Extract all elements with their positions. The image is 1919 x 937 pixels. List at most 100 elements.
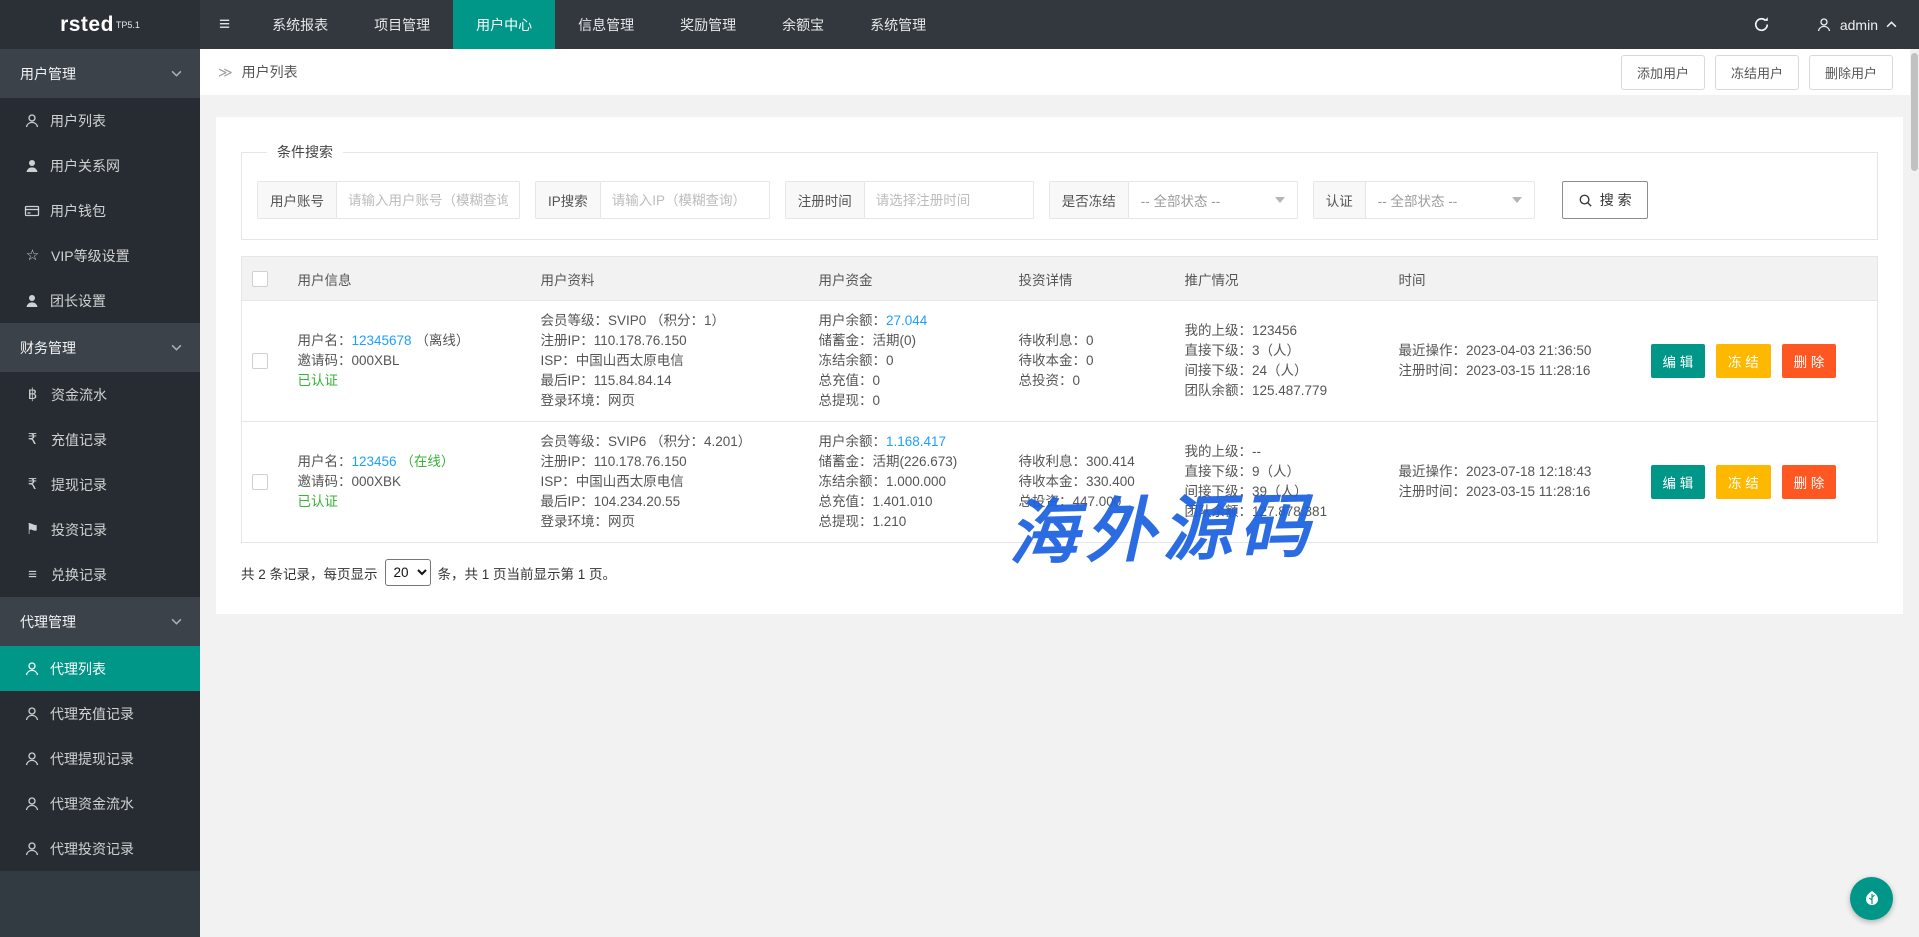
register-time-label: 注册时间	[786, 182, 865, 218]
float-theme-button[interactable]	[1850, 877, 1893, 920]
add-user-button[interactable]: 添加用户	[1621, 55, 1705, 90]
table-header-row: 用户信息 用户资料 用户资金 投资详情 推广情况 时间	[242, 257, 1878, 301]
delete-user-button[interactable]: 删除用户	[1809, 55, 1893, 90]
sidebar-item-agent-invest[interactable]: 代理投资记录	[0, 826, 200, 871]
top-nav: 系统报表 项目管理 用户中心 信息管理 奖励管理 余额宝 系统管理	[249, 0, 949, 49]
page-title: 用户列表	[242, 62, 298, 82]
chevron-up-icon	[1886, 21, 1897, 28]
sidebar-item-leader-settings[interactable]: 团长设置	[0, 278, 200, 323]
baht-icon: ฿	[24, 387, 41, 402]
sidebar-item-user-wallet[interactable]: 用户钱包	[0, 188, 200, 233]
page-size-select[interactable]: 20	[385, 559, 431, 586]
auth-status-label: 认证	[1314, 182, 1366, 218]
online-status: （在线）	[400, 454, 454, 469]
search-button[interactable]: 搜 索	[1562, 181, 1648, 219]
top-nav-system[interactable]: 系统管理	[847, 0, 949, 49]
row-checkbox[interactable]	[252, 353, 268, 369]
hamburger-icon[interactable]: ≡	[200, 0, 249, 49]
chevron-down-icon	[171, 344, 182, 351]
sidebar-item-fund-flow[interactable]: ฿ 资金流水	[0, 372, 200, 417]
cell-user-info: 用户名：123456 （在线） 邀请码：000XBK 已认证	[288, 422, 531, 543]
ip-input[interactable]	[601, 182, 769, 218]
account-field-group: 用户账号	[257, 181, 520, 219]
users-icon	[24, 158, 40, 174]
delete-button[interactable]: 删 除	[1782, 465, 1837, 499]
sidebar-item-exchange-records[interactable]: ≡ 兑换记录	[0, 552, 200, 597]
sidebar-item-invest-records[interactable]: ⚑ 投资记录	[0, 507, 200, 552]
admin-menu[interactable]: admin	[1794, 0, 1919, 49]
cell-user-profile: 会员等级：SVIP6 （积分：4.201） 注册IP：110.178.76.15…	[531, 422, 809, 543]
freeze-status-select[interactable]: -- 全部状态 --	[1129, 182, 1297, 218]
top-nav-user-center[interactable]: 用户中心	[453, 0, 555, 49]
chevron-down-icon	[171, 618, 182, 625]
row-checkbox[interactable]	[252, 474, 268, 490]
sidebar-item-agent-withdraw[interactable]: 代理提现记录	[0, 736, 200, 781]
sidebar-item-withdraw-records[interactable]: ₹ 提现记录	[0, 462, 200, 507]
sidebar-item-user-network[interactable]: 用户关系网	[0, 143, 200, 188]
account-input[interactable]	[337, 182, 519, 218]
user-icon	[24, 706, 40, 722]
cell-invest-detail: 待收利息：0 待收本金：0 总投资：0	[1009, 301, 1175, 422]
user-icon	[24, 661, 40, 677]
sidebar-item-agent-fund-flow[interactable]: 代理资金流水	[0, 781, 200, 826]
top-nav-reports[interactable]: 系统报表	[249, 0, 351, 49]
caret-down-icon	[1275, 197, 1285, 203]
col-time: 时间	[1389, 257, 1641, 301]
sidebar: 用户管理 用户列表 用户关系网 用户钱包 ☆ VIP等级设置 团长设置 财务管理…	[0, 49, 200, 937]
freeze-button[interactable]: 冻 结	[1716, 344, 1771, 378]
verified-badge: 已认证	[298, 492, 521, 512]
freeze-status-group: 是否冻结 -- 全部状态 --	[1049, 181, 1298, 219]
sidebar-item-vip-settings[interactable]: ☆ VIP等级设置	[0, 233, 200, 278]
sidebar-group-agent[interactable]: 代理管理	[0, 597, 200, 646]
sidebar-item-agent-recharge[interactable]: 代理充值记录	[0, 691, 200, 736]
breadcrumb-bar: ≫ 用户列表 添加用户 冻结用户 删除用户	[200, 49, 1919, 95]
search-icon	[1578, 193, 1593, 208]
user-icon	[24, 751, 40, 767]
scrollbar-thumb[interactable]	[1911, 53, 1918, 171]
username-link[interactable]: 123456	[352, 454, 397, 469]
logo-version: TP5.1	[116, 20, 140, 30]
pagination-bar: 共 2 条记录，每页显示 20 条，共 1 页当前显示第 1 页。	[241, 559, 1878, 586]
scrollbar-track[interactable]	[1910, 49, 1919, 937]
rupee-icon: ₹	[24, 432, 41, 447]
auth-status-select[interactable]: -- 全部状态 --	[1366, 182, 1534, 218]
sidebar-item-agent-list[interactable]: 代理列表	[0, 646, 200, 691]
freeze-button[interactable]: 冻 结	[1716, 465, 1771, 499]
flag-icon: ⚑	[24, 522, 41, 537]
balance-link[interactable]: 27.044	[886, 313, 927, 328]
cell-invest-detail: 待收利息：300.414 待收本金：330.400 总投资：447.000	[1009, 422, 1175, 543]
freeze-user-button[interactable]: 冻结用户	[1715, 55, 1799, 90]
sidebar-group-user-mgmt[interactable]: 用户管理	[0, 49, 200, 98]
sidebar-item-recharge-records[interactable]: ₹ 充值记录	[0, 417, 200, 462]
edit-button[interactable]: 编 辑	[1651, 465, 1706, 499]
col-invest-detail: 投资详情	[1009, 257, 1175, 301]
select-all-checkbox[interactable]	[252, 271, 268, 287]
refresh-icon[interactable]	[1729, 0, 1794, 49]
top-bar: rstedTP5.1 ≡ 系统报表 项目管理 用户中心 信息管理 奖励管理 余额…	[0, 0, 1919, 49]
user-icon	[24, 113, 40, 129]
sidebar-item-user-list[interactable]: 用户列表	[0, 98, 200, 143]
account-label: 用户账号	[258, 182, 337, 218]
cell-user-profile: 会员等级：SVIP0 （积分：1） 注册IP：110.178.76.150 IS…	[531, 301, 809, 422]
top-nav-yuebao[interactable]: 余额宝	[759, 0, 847, 49]
table-row: 用户名：123456 （在线） 邀请码：000XBK 已认证 会员等级：SVIP…	[242, 422, 1878, 543]
pagination-suffix: 条，共 1 页当前显示第 1 页。	[438, 563, 617, 583]
top-nav-info[interactable]: 信息管理	[555, 0, 657, 49]
cell-actions: 编 辑 冻 结 删 除	[1641, 301, 1878, 422]
admin-name: admin	[1840, 17, 1878, 33]
top-nav-projects[interactable]: 项目管理	[351, 0, 453, 49]
username-link[interactable]: 12345678	[352, 333, 412, 348]
edit-button[interactable]: 编 辑	[1651, 344, 1706, 378]
sidebar-group-finance[interactable]: 财务管理	[0, 323, 200, 372]
balance-link[interactable]: 1.168.417	[886, 434, 946, 449]
search-panel: 条件搜索 用户账号 IP搜索 注册时间 是否冻结 -- 全部状态 -	[241, 142, 1878, 240]
page-action-buttons: 添加用户 冻结用户 删除用户	[1621, 55, 1893, 90]
search-filters: 用户账号 IP搜索 注册时间 是否冻结 -- 全部状态 --	[257, 181, 1862, 219]
user-icon	[24, 796, 40, 812]
register-time-input[interactable]	[865, 182, 1033, 218]
delete-button[interactable]: 删 除	[1782, 344, 1837, 378]
logo-text: rsted	[60, 13, 114, 37]
cell-time: 最近操作：2023-04-03 21:36:50 注册时间：2023-03-15…	[1389, 301, 1641, 422]
app-logo: rstedTP5.1	[0, 0, 200, 49]
top-nav-rewards[interactable]: 奖励管理	[657, 0, 759, 49]
